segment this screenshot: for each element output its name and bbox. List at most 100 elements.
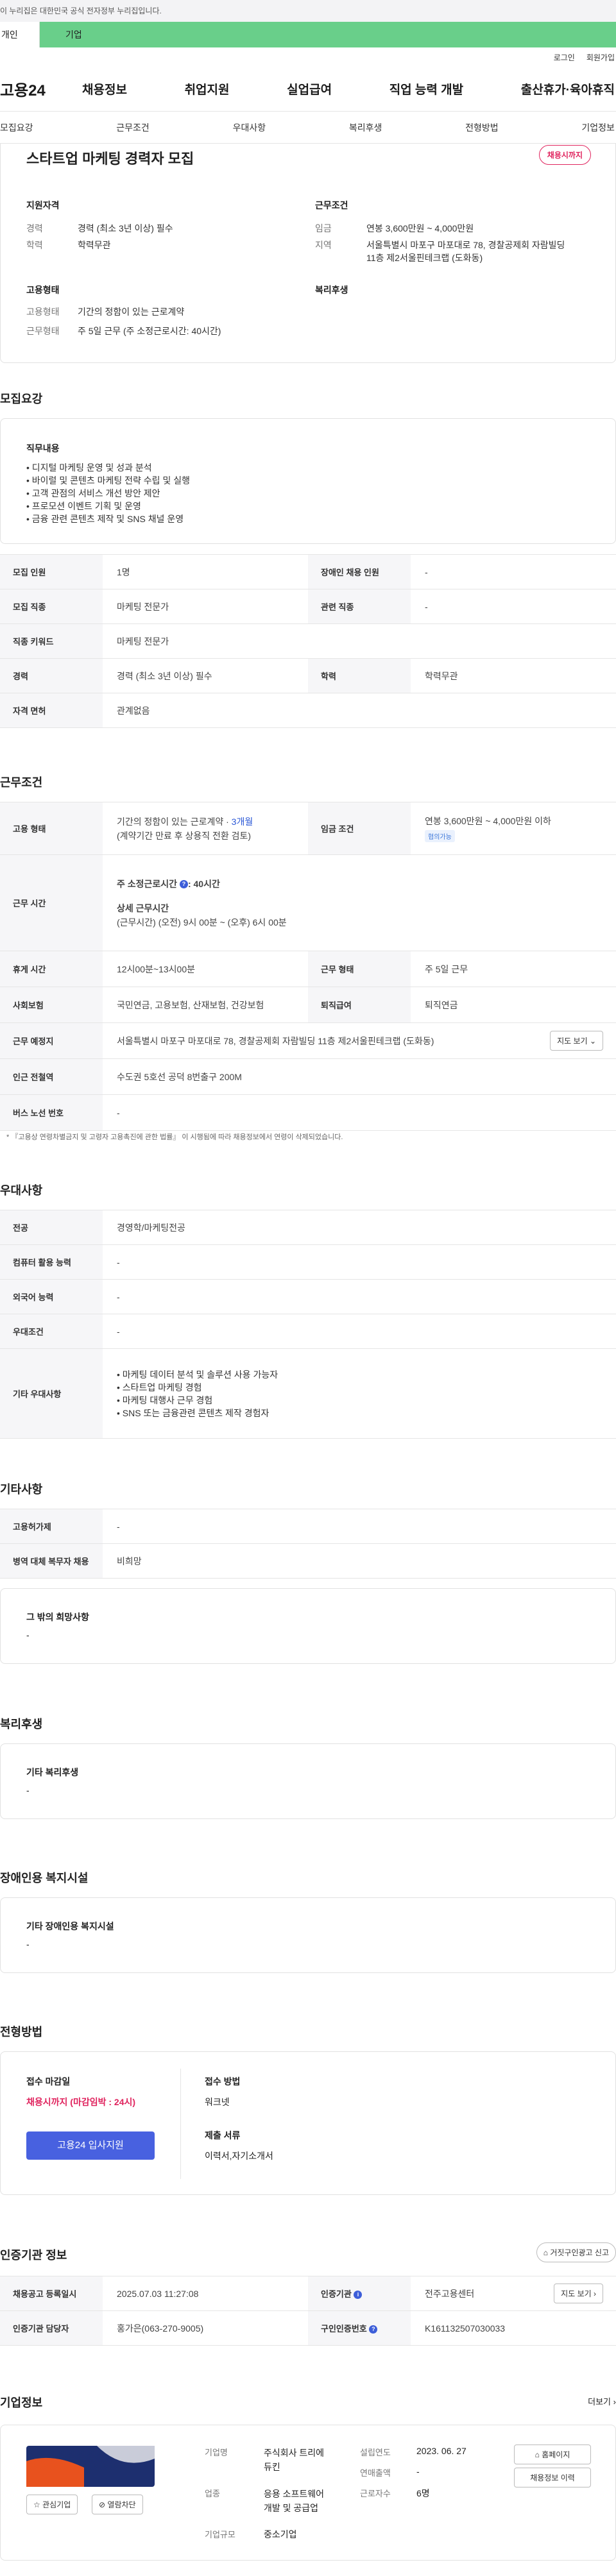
apply-button[interactable]: 고용24 입사지원 <box>26 2131 155 2160</box>
hire-permit-value: - <box>103 1509 616 1544</box>
join-link[interactable]: 회원가입 <box>586 52 615 63</box>
cert-org-text: 전주고용센터 <box>425 2288 475 2299</box>
anchor-recruit[interactable]: 모집요강 <box>0 121 33 134</box>
gnb-item-parental-leave[interactable]: 출산휴가·육아휴직 <box>521 80 615 97</box>
company-name-line-1: 주식회사 트리에 <box>264 2448 325 2458</box>
break-value: 12시00분~13시00분 <box>103 951 308 987</box>
bus-value: - <box>103 1094 616 1131</box>
career-row-key: 경력 <box>0 658 103 693</box>
career-row-value: 경력 (최소 3년 이상) 필수 <box>103 658 308 693</box>
site-logo[interactable]: 고용24 <box>0 78 82 100</box>
company-card: ☆ 관심기업 ⊘ 열람차단 기업명 주식회사 트리에 듀킨 업종 응용 소프트웨어… <box>0 2425 616 2561</box>
status-badge: 채용시까지 <box>538 145 591 165</box>
anchor-selection[interactable]: 전형방법 <box>465 121 499 134</box>
region-line-2: 11층 제2서울핀테크랩 (도화동) <box>366 253 483 263</box>
selection-section-title: 전형방법 <box>0 2026 43 2038</box>
table-row: 근무 예정지 서울특별시 마포구 마포대로 78, 경찰공제회 자람빌딩 11층… <box>0 1022 616 1059</box>
revenue-key: 연매출액 <box>360 2468 391 2478</box>
gnb-item-employment-support[interactable]: 취업지원 <box>185 80 230 97</box>
cert-map-button[interactable]: 지도 보기 › <box>554 2284 603 2303</box>
table-row: 인근 전철역 수도권 5호선 공덕 8번출구 200M <box>0 1058 616 1095</box>
manager-key: 인증기관 담당자 <box>0 2310 103 2346</box>
tab-personal[interactable]: 개인 <box>0 22 40 47</box>
welfare-summary-title: 복리후생 <box>315 285 348 295</box>
table-row: 모집 직종 마케팅 전문가 관련 직종 - <box>0 589 616 624</box>
method-value: 워크넷 <box>205 2097 230 2107</box>
cert-org-value: 전주고용센터 지도 보기 › <box>411 2276 616 2311</box>
table-row: 기타 우대사항 • 마케팅 데이터 분석 및 솔루션 사용 가능자 • 스타트업… <box>0 1348 616 1439</box>
certification-table: 채용공고 등록일시 2025.07.03 11:27:08 인증기관 i 전주고… <box>0 2276 616 2346</box>
table-row: 병역 대체 복무자 채용 비희망 <box>0 1543 616 1579</box>
insurance-key: 사회보험 <box>0 987 103 1023</box>
welfare-box-title: 기타 복리후생 <box>26 1767 79 1777</box>
info-icon[interactable]: ? <box>179 880 188 889</box>
list-item: • 고객 관점의 서비스 개선 방안 제안 <box>26 488 160 498</box>
employees-key: 근로자수 <box>360 2489 391 2498</box>
map-button[interactable]: 지도 보기 ⌄ <box>550 1031 603 1051</box>
industry-line-1: 응용 소프트웨어 <box>264 2489 325 2499</box>
info-icon[interactable]: ? <box>369 2325 378 2334</box>
report-false-ad-button[interactable]: ⌂ 거짓구인광고 신고 <box>536 2242 616 2262</box>
reg-date-key: 채용공고 등록일시 <box>0 2276 103 2311</box>
worktype-value: 주 5일 근무 <box>411 951 616 987</box>
anchor-company[interactable]: 기업정보 <box>581 121 615 134</box>
wish-title: 그 밖의 희망사항 <box>26 1612 89 1622</box>
related-key: 관련 직종 <box>308 589 411 624</box>
edu-row-value: 학력무관 <box>411 658 616 693</box>
disability-section-title: 장애인용 복지시설 <box>0 1872 89 1885</box>
founded-key: 설립연도 <box>360 2448 391 2457</box>
license-value: 관계없음 <box>103 693 616 728</box>
disability-card: 기타 장애인용 복지시설 - <box>0 1897 616 1973</box>
revenue-value: - <box>416 2466 420 2477</box>
interest-company-button[interactable]: ☆ 관심기업 <box>26 2495 78 2514</box>
info-icon[interactable]: i <box>354 2291 363 2300</box>
chevron-down-icon: ⌄ <box>589 1037 596 1046</box>
headcount-value: 1명 <box>103 554 308 589</box>
anchor-preferences[interactable]: 우대사항 <box>233 121 266 134</box>
docs-value: 이력서,자기소개서 <box>205 2151 273 2161</box>
block-view-button[interactable]: ⊘ 열람차단 <box>92 2495 143 2514</box>
education-value: 학력무관 <box>78 240 111 250</box>
keyword-key: 직종 키워드 <box>0 623 103 659</box>
subway-key: 인근 전철역 <box>0 1058 103 1095</box>
company-name-value: 주식회사 트리에 듀킨 <box>264 2446 324 2474</box>
place-text: 서울특별시 마포구 마포대로 78, 경찰공제회 자람빌딩 11층 제2서울핀테… <box>117 1035 434 1046</box>
conditions-table: 고용 형태 기간의 정함이 있는 근로계약 · 3개월 (계약기간 만료 후 상… <box>0 802 616 1131</box>
cert-org-key: 인증기관 i <box>308 2276 411 2311</box>
disability-box-title: 기타 장애인용 복지시설 <box>26 1921 114 1931</box>
industry-value: 응용 소프트웨어 개발 및 공급업 <box>264 2487 324 2515</box>
map-button-label: 지도 보기 <box>557 1037 588 1046</box>
table-row: 근무 시간 주 소정근로시간 ?: 40시간 상세 근무시간 (근무시간) (오… <box>0 854 616 951</box>
gnb-item-training[interactable]: 직업 능력 개발 <box>389 80 463 97</box>
other-pref-value: • 마케팅 데이터 분석 및 솔루션 사용 가능자 • 스타트업 마케팅 경험 … <box>103 1348 616 1439</box>
list-item: • 프로모션 이벤트 기획 및 운영 <box>26 501 141 511</box>
anchor-conditions[interactable]: 근무조건 <box>116 121 150 134</box>
wish-value: - <box>26 1630 30 1640</box>
site-tabs: 개인 기업 <box>0 22 616 47</box>
job-history-button[interactable]: 채용정보 이력 <box>514 2468 591 2487</box>
break-key: 휴게 시간 <box>0 951 103 987</box>
table-row: 모집 인원 1명 장애인 채용 인원 - <box>0 554 616 589</box>
table-row: 채용공고 등록일시 2025.07.03 11:27:08 인증기관 i 전주고… <box>0 2276 616 2311</box>
hire-permit-key: 고용허가제 <box>0 1509 103 1544</box>
more-link[interactable]: 더보기 › <box>588 2395 616 2407</box>
login-link[interactable]: 로그인 <box>554 52 575 63</box>
star-icon: ☆ <box>33 2500 40 2509</box>
insurance-value: 국민연금, 고용보험, 산재보험, 건강보험 <box>103 987 308 1023</box>
cert-no-value: K161132507030033 <box>411 2310 616 2346</box>
table-row: 우대조건 - <box>0 1314 616 1349</box>
anchor-welfare[interactable]: 복리후생 <box>349 121 382 134</box>
tab-company[interactable]: 기업 <box>40 22 616 47</box>
homepage-button[interactable]: ⌂ 홈페이지 <box>514 2445 591 2464</box>
subway-value: 수도권 5호선 공덕 8번출구 200M <box>103 1058 616 1095</box>
edu-row-key: 학력 <box>308 658 411 693</box>
company-section-title: 기업정보 <box>0 2396 43 2409</box>
gnb-item-unemployment[interactable]: 실업급여 <box>287 80 332 97</box>
gnb-item-jobs[interactable]: 채용정보 <box>82 80 127 97</box>
conditions-section-title: 근무조건 <box>0 776 43 789</box>
recruit-table: 모집 인원 1명 장애인 채용 인원 - 모집 직종 마케팅 전문가 관련 직종… <box>0 554 616 728</box>
list-item: • 마케팅 데이터 분석 및 솔루션 사용 가능자 <box>117 1369 278 1380</box>
table-row: 경력 경력 (최소 3년 이상) 필수 학력 학력무관 <box>0 658 616 693</box>
duties-title: 직무내용 <box>26 443 60 453</box>
home-icon: ⌂ <box>535 2450 540 2459</box>
